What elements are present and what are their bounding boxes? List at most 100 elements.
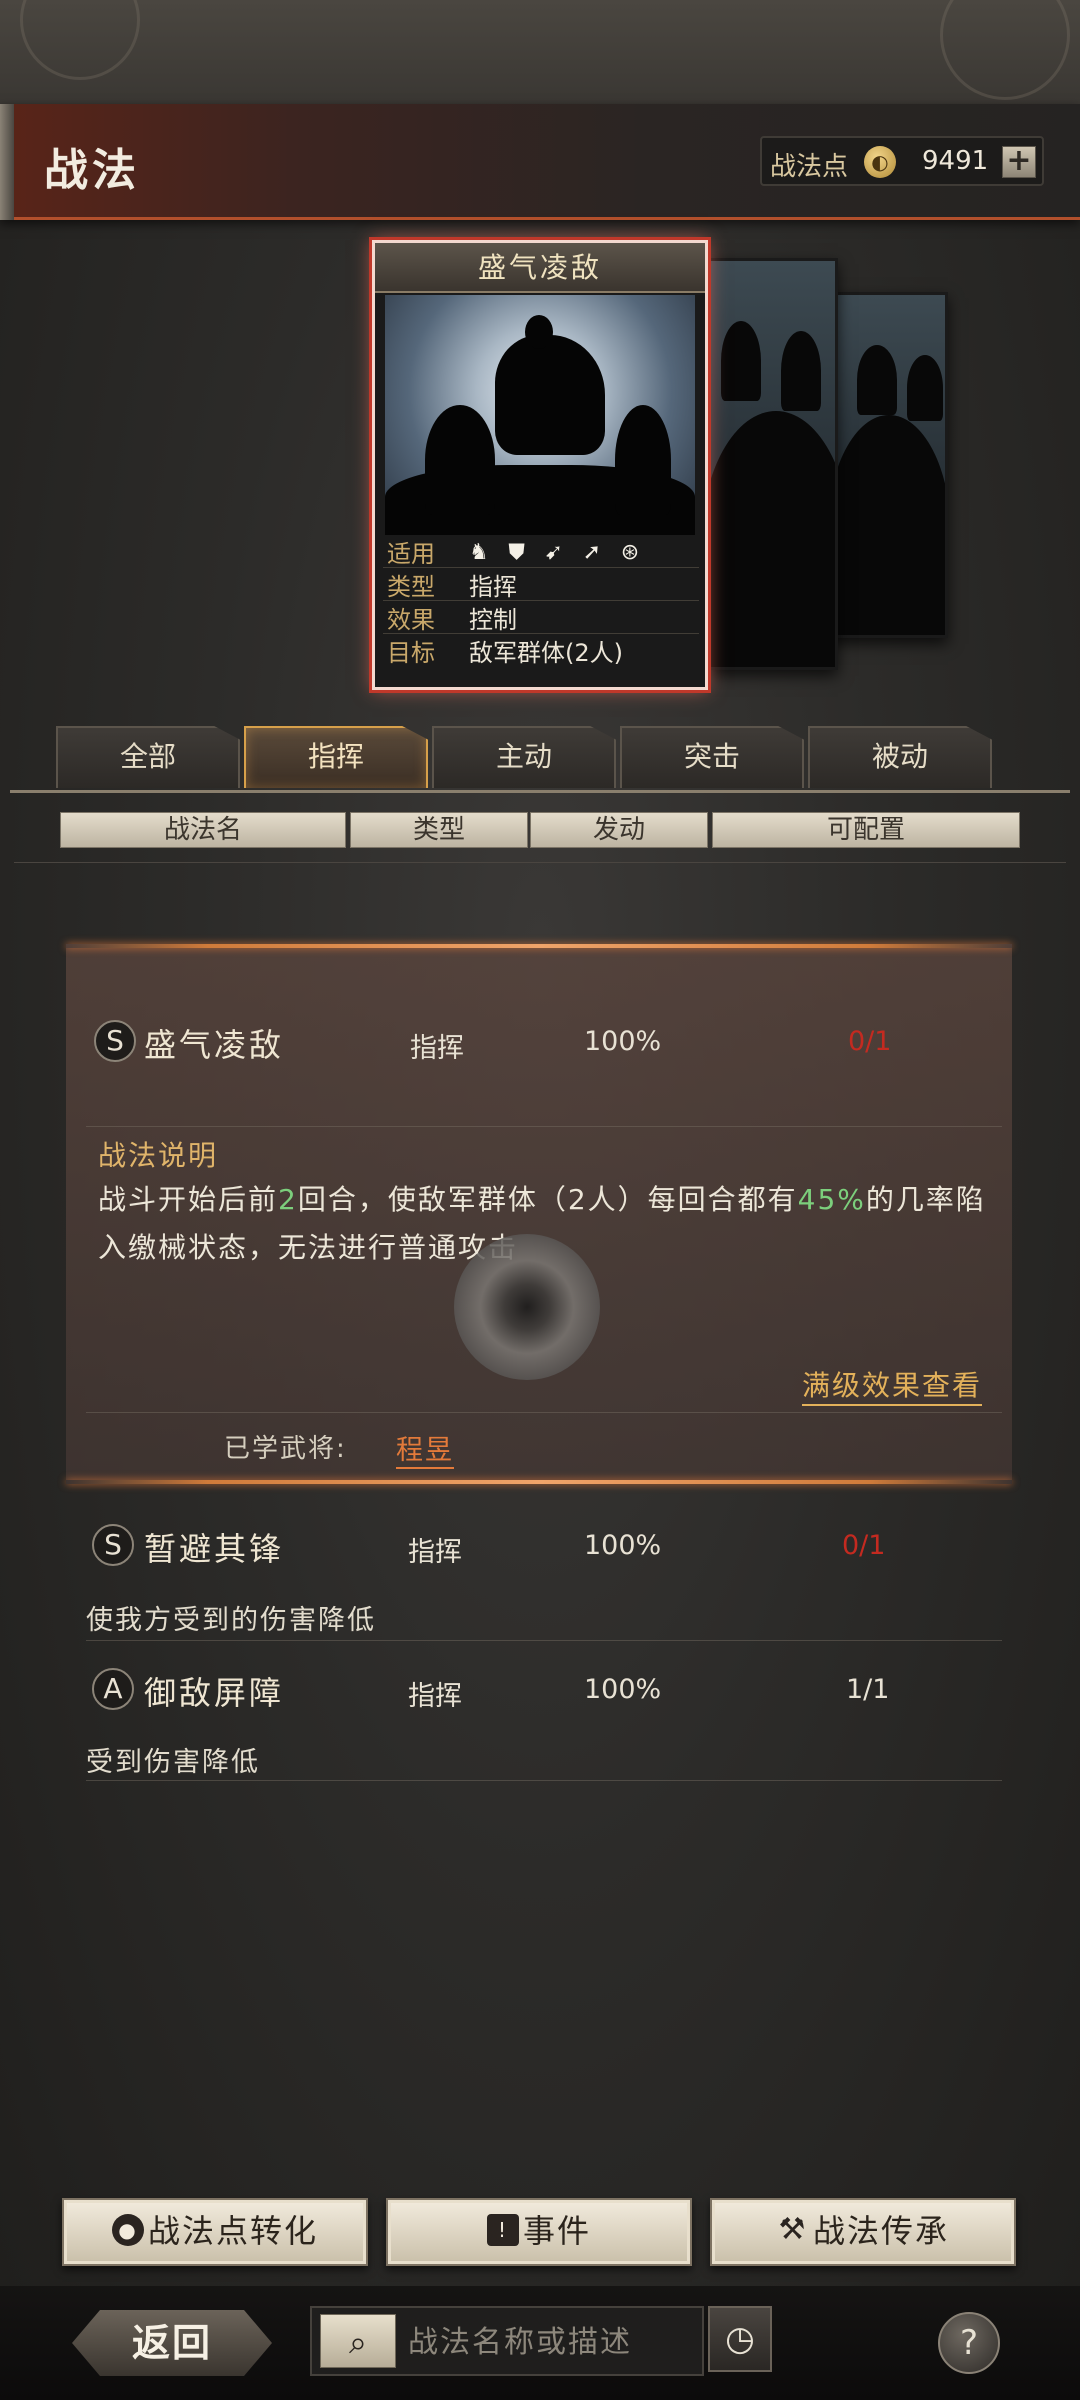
grade-badge: S xyxy=(94,1020,136,1062)
clock-icon[interactable]: ◷ xyxy=(708,2306,772,2372)
grade-badge: S xyxy=(92,1524,134,1566)
card-row-value: 敌军群体(2人) xyxy=(469,639,623,667)
column-header-trigger[interactable]: 发动 xyxy=(530,812,708,848)
card-title: 盛气凌敌 xyxy=(375,243,705,293)
tab-command[interactable]: 指挥 xyxy=(244,726,428,788)
column-header-config[interactable]: 可配置 xyxy=(712,812,1020,848)
skill-name: 御敌屏障 xyxy=(144,1674,285,1712)
row-separator xyxy=(86,1126,1002,1127)
grade-badge: A xyxy=(92,1668,134,1710)
soldier-silhouette xyxy=(615,405,671,515)
row-separator xyxy=(86,1780,1002,1781)
skill-config: 0/1 xyxy=(848,1026,892,1057)
help-button[interactable]: ? xyxy=(938,2312,1000,2374)
row-separator xyxy=(86,1412,1002,1413)
coin-icon: ◐ xyxy=(864,146,896,178)
selection-glow-bottom xyxy=(66,1480,1012,1484)
tactic-points-panel: 战法点 ◐ 9491 + xyxy=(760,136,1044,186)
skill-type: 指挥 xyxy=(408,1537,462,1568)
points-value: 9491 xyxy=(922,146,989,176)
desc-highlight: 2 xyxy=(278,1183,298,1216)
column-header-type[interactable]: 类型 xyxy=(350,812,528,848)
selection-glow-top xyxy=(66,944,1012,948)
search-input[interactable] xyxy=(408,2318,698,2366)
search-box: ⌕ xyxy=(310,2306,704,2376)
cloud-ornament xyxy=(940,0,1070,100)
inherit-tactic-button[interactable]: ⚒ 战法传承 xyxy=(710,2198,1016,2266)
button-label: 事件 xyxy=(522,2212,591,2250)
shield-icon: ⛊ xyxy=(508,540,525,565)
skill-short-description: 受到伤害降低 xyxy=(86,1747,260,1778)
card-info: 适用 ♞ ⛊ ➹ ➚ ⊛ 类型 指挥 效果 控制 目标 敌军群体(2人) xyxy=(383,535,699,667)
search-icon[interactable]: ⌕ xyxy=(320,2314,396,2368)
silhouette-art xyxy=(781,331,821,411)
card-row-value: 指挥 xyxy=(469,572,517,601)
description-title: 战法说明 xyxy=(98,1139,219,1172)
unit-type-icons: ♞ ⛊ ➹ ➚ ⊛ xyxy=(469,537,651,565)
silhouette-art xyxy=(857,345,897,415)
card-artwork xyxy=(385,295,695,535)
card-row-key: 目标 xyxy=(387,639,435,667)
row-separator xyxy=(86,1640,1002,1641)
back-button[interactable]: 返回 xyxy=(72,2310,272,2376)
card-row-key: 效果 xyxy=(387,605,435,634)
drop-icon: ● xyxy=(111,2214,144,2246)
card-back-1[interactable] xyxy=(708,258,838,670)
skill-name: 暂避其锋 xyxy=(144,1530,285,1568)
tab-assault[interactable]: 突击 xyxy=(620,726,804,788)
rider-silhouette xyxy=(495,335,605,455)
hammer-icon: ⚒ xyxy=(778,2212,808,2247)
bow-icon: ➹ xyxy=(544,540,563,565)
button-label: 战法点转化 xyxy=(147,2212,318,2250)
tab-passive[interactable]: 被动 xyxy=(808,726,992,788)
convert-points-button[interactable]: ● 战法点转化 xyxy=(62,2198,368,2266)
desc-text: 回合，使敌军群体（2人）每回合都有 xyxy=(297,1183,798,1216)
selected-tactic-card[interactable]: 盛气凌敌 适用 ♞ ⛊ ➹ ➚ ⊛ 类型 指挥 效果 控制 目标 敌军群体(2人… xyxy=(372,240,708,690)
category-tabs: 全部 指挥 主动 突击 被动 xyxy=(56,726,1000,788)
tab-all[interactable]: 全部 xyxy=(56,726,240,788)
skill-rate: 100% xyxy=(584,1530,662,1561)
soldier-silhouette xyxy=(425,405,495,515)
column-header-name[interactable]: 战法名 xyxy=(60,812,346,848)
top-decoration xyxy=(0,0,1080,104)
silhouette-art xyxy=(907,355,943,421)
skill-config: 0/1 xyxy=(842,1530,886,1561)
max-level-effect-link[interactable]: 满级效果查看 xyxy=(802,1364,983,1406)
desc-text: 战斗开始后前 xyxy=(98,1183,279,1216)
points-label: 战法点 xyxy=(770,152,849,182)
card-row-key: 类型 xyxy=(387,572,435,601)
skill-rate: 100% xyxy=(584,1674,662,1705)
skill-short-description: 使我方受到的伤害降低 xyxy=(86,1605,376,1636)
card-back-2[interactable] xyxy=(824,292,948,638)
cavalry-icon: ♞ xyxy=(469,540,489,565)
card-row-type: 类型 指挥 xyxy=(383,568,699,601)
learned-general-link[interactable]: 程昱 xyxy=(396,1428,454,1469)
skill-config: 1/1 xyxy=(846,1674,890,1705)
header-cap xyxy=(0,104,14,220)
page-title: 战法 xyxy=(44,145,140,196)
card-row-value: 控制 xyxy=(469,605,517,634)
skill-type: 指挥 xyxy=(410,1033,464,1064)
add-points-button[interactable]: + xyxy=(1002,146,1036,178)
chariot-icon: ⊛ xyxy=(620,540,640,565)
desc-highlight: 45% xyxy=(797,1183,866,1216)
tab-active[interactable]: 主动 xyxy=(432,726,616,788)
silhouette-art xyxy=(721,321,761,401)
spear-icon: ➚ xyxy=(582,540,602,565)
events-button[interactable]: ! 事件 xyxy=(386,2198,692,2266)
card-row-applicable: 适用 ♞ ⛊ ➹ ➚ ⊛ xyxy=(383,535,699,568)
card-row-effect: 效果 控制 xyxy=(383,601,699,634)
alert-icon: ! xyxy=(486,2214,519,2246)
skill-rate: 100% xyxy=(584,1026,662,1057)
loading-spinner-icon xyxy=(454,1234,600,1380)
learned-generals-label: 已学武将: xyxy=(224,1434,347,1464)
button-label: 战法传承 xyxy=(812,2212,949,2250)
card-row-target: 目标 敌军群体(2人) xyxy=(383,634,699,667)
skill-type: 指挥 xyxy=(408,1681,462,1712)
list-divider xyxy=(14,862,1066,863)
tab-divider xyxy=(10,790,1070,793)
card-row-key: 适用 xyxy=(387,539,435,568)
cloud-ornament xyxy=(20,0,140,80)
silhouette-art xyxy=(827,415,945,635)
silhouette-art xyxy=(711,411,835,667)
